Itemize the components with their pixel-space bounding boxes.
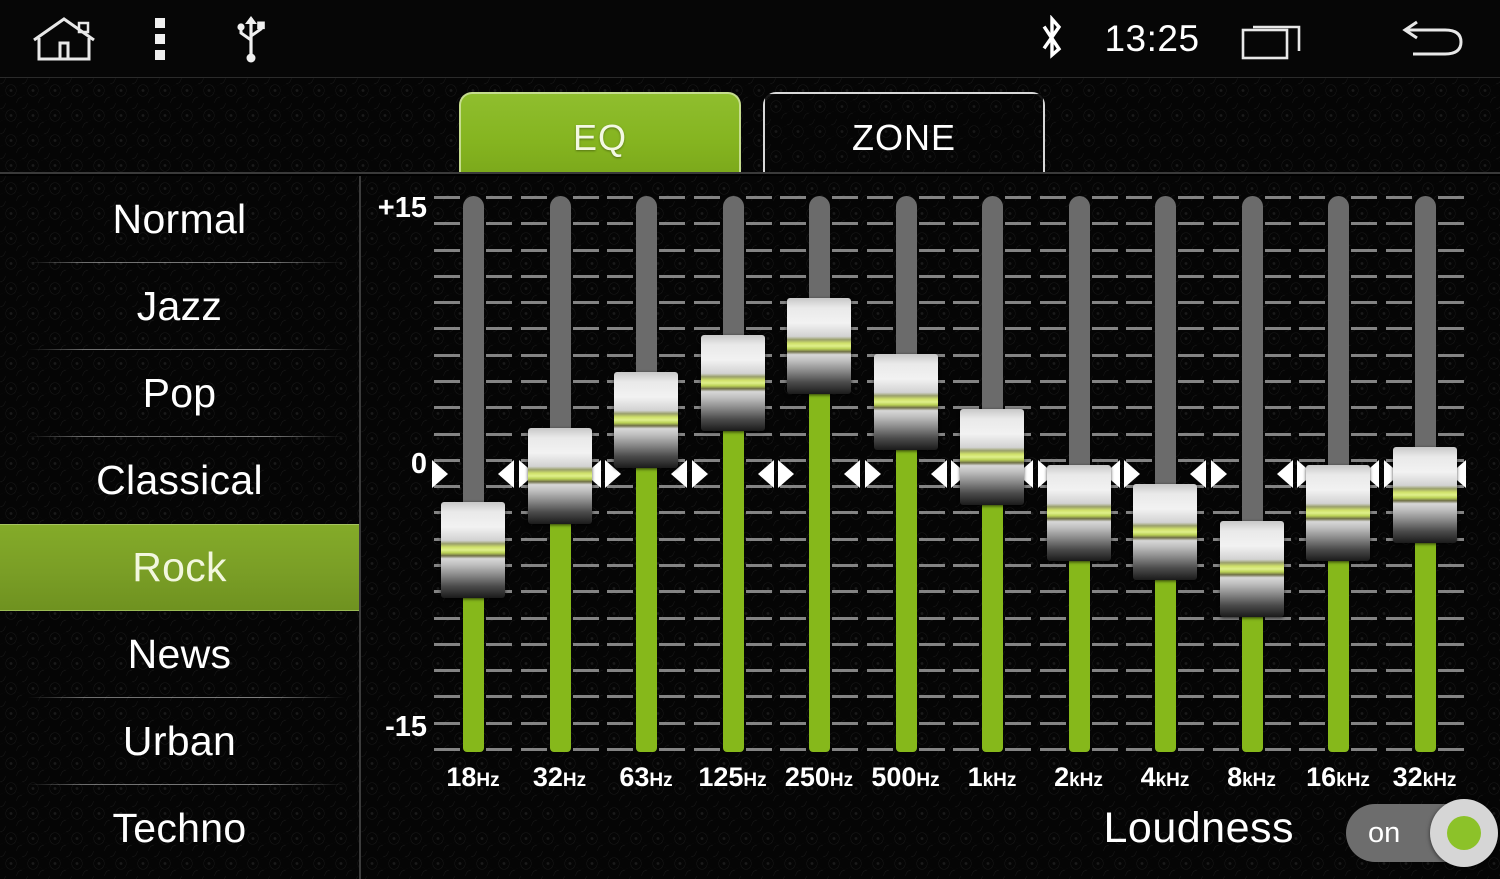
- preset-divider: [28, 262, 345, 263]
- preset-item-label: Techno: [112, 805, 247, 851]
- preset-divider: [28, 697, 345, 698]
- preset-item-techno[interactable]: Techno: [0, 785, 359, 872]
- zero-marker-left-arrow-icon: [432, 460, 448, 488]
- eq-band-frequency-unit: kHz: [1155, 770, 1190, 791]
- scale-label-min: -15: [385, 711, 427, 743]
- home-icon[interactable]: [22, 0, 106, 78]
- eq-slider-thumb[interactable]: [1046, 465, 1111, 562]
- eq-band-frequency-value: 16: [1306, 762, 1337, 792]
- clock: 13:25: [1104, 18, 1200, 59]
- zero-marker-right-arrow-icon: [930, 460, 947, 488]
- eq-band-frequency-unit: Hz: [562, 770, 587, 791]
- eq-slider-thumb[interactable]: [873, 353, 938, 450]
- eq-settings-screen: 13:25 EQ ZONE Normal Jazz Pop Classical Ro: [0, 0, 1500, 879]
- eq-slider-thumb[interactable]: [787, 298, 851, 395]
- zero-marker-left-arrow-icon: [864, 460, 881, 488]
- preset-item-rock[interactable]: Rock: [0, 524, 359, 611]
- eq-slider-thumb[interactable]: [700, 335, 765, 432]
- eq-band-frequency-value: 32: [532, 762, 563, 792]
- eq-slider-thumb[interactable]: [960, 409, 1024, 506]
- loudness-toggle-knob[interactable]: [1430, 799, 1498, 867]
- preset-item-news[interactable]: News: [0, 611, 359, 698]
- status-bar: 13:25: [0, 0, 1500, 78]
- overflow-menu-icon[interactable]: [128, 0, 192, 78]
- zero-marker-left-arrow-icon: [1210, 460, 1227, 488]
- eq-band-frequency-unit: Hz: [649, 770, 673, 791]
- eq-slider-thumb[interactable]: [1392, 446, 1457, 543]
- eq-slider-thumb[interactable]: [1219, 520, 1284, 617]
- bluetooth-icon: [1024, 0, 1080, 78]
- eq-slider-fill: [809, 344, 830, 752]
- zero-marker-right-arrow-icon: [1276, 460, 1293, 488]
- tab-bar: EQ ZONE: [0, 78, 1500, 174]
- preset-item-urban[interactable]: Urban: [0, 698, 359, 785]
- equalizer-panel: +15 0 -15 Loudness on 18Hz 32Hz 63Hz 125Hz 2…: [361, 176, 1500, 879]
- usb-icon[interactable]: [216, 0, 286, 78]
- preset-divider: [28, 784, 345, 785]
- eq-band-frequency-value: 4: [1140, 762, 1156, 792]
- eq-band-frequency-value: 63: [619, 762, 650, 792]
- eq-band-frequency-value: 18: [446, 762, 477, 792]
- zero-marker-left-arrow-icon: [778, 460, 794, 488]
- eq-band-frequency-unit: kHz: [1422, 770, 1457, 791]
- eq-band-frequency-unit: Hz: [476, 770, 500, 791]
- loudness-knob-indicator: [1447, 816, 1481, 850]
- tab-bar-texture: [0, 78, 1500, 172]
- eq-slider-fill: [895, 399, 917, 752]
- preset-divider: [28, 436, 345, 437]
- tab-zone-label: ZONE: [851, 117, 956, 158]
- eq-band-32khz[interactable]: 32kHz: [1383, 176, 1466, 879]
- zero-marker-right-arrow-icon: [498, 460, 514, 488]
- eq-slider-thumb[interactable]: [1306, 465, 1370, 562]
- preset-item-label: Rock: [132, 544, 227, 590]
- zero-marker-right-arrow-icon: [757, 460, 774, 488]
- zero-marker-left-arrow-icon: [691, 460, 708, 488]
- eq-slider-fill: [722, 381, 744, 752]
- preset-item-classical[interactable]: Classical: [0, 437, 359, 524]
- eq-band-frequency-value: 8: [1227, 762, 1243, 792]
- preset-item-label: Pop: [142, 370, 217, 416]
- loudness-toggle[interactable]: on: [1346, 799, 1498, 867]
- preset-item-label: Classical: [96, 457, 263, 503]
- preset-item-label: News: [127, 631, 232, 677]
- scale-label-zero: 0: [410, 448, 427, 480]
- scale-label-max: +15: [377, 192, 427, 224]
- eq-slider-thumb[interactable]: [614, 372, 678, 469]
- eq-band-frequency-value: 250: [784, 762, 830, 792]
- back-arrow-icon[interactable]: [1392, 0, 1476, 78]
- eq-band-frequency-unit: kHz: [982, 770, 1017, 791]
- eq-slider-thumb[interactable]: [1133, 483, 1197, 580]
- preset-item-label: Jazz: [136, 283, 223, 329]
- eq-band-frequency-value: 1: [967, 762, 983, 792]
- tab-zone[interactable]: ZONE: [763, 92, 1045, 172]
- preset-divider: [28, 349, 345, 350]
- eq-band-frequency-value: 125: [698, 762, 744, 792]
- preset-list: Normal Jazz Pop Classical Rock News Urban Techn…: [0, 176, 361, 879]
- preset-item-label: Normal: [112, 196, 247, 242]
- preset-item-jazz[interactable]: Jazz: [0, 263, 359, 350]
- zero-marker-right-arrow-icon: [844, 460, 860, 488]
- eq-band-frequency-value: 2: [1054, 762, 1070, 792]
- eq-slider-fill: [636, 418, 657, 752]
- eq-slider-thumb[interactable]: [527, 428, 592, 524]
- eq-band-frequency-value: 500: [871, 762, 917, 792]
- tab-eq-label: EQ: [572, 117, 627, 158]
- loudness-state-label: on: [1368, 817, 1401, 849]
- eq-band-frequency-unit: kHz: [1069, 770, 1103, 791]
- recent-apps-icon[interactable]: [1232, 0, 1316, 78]
- loudness-label: Loudness: [1103, 804, 1294, 852]
- eq-band-frequency-value: 32: [1392, 762, 1423, 792]
- eq-band-frequency-unit: kHz: [1242, 770, 1276, 791]
- preset-item-pop[interactable]: Pop: [0, 350, 359, 437]
- preset-item-normal[interactable]: Normal: [0, 176, 359, 263]
- eq-band-frequency-label: 32kHz: [1365, 762, 1485, 793]
- tab-eq[interactable]: EQ: [459, 92, 741, 172]
- eq-slider-thumb[interactable]: [441, 502, 505, 599]
- loudness-row: Loudness on: [361, 796, 1500, 879]
- preset-item-label: Urban: [122, 718, 237, 764]
